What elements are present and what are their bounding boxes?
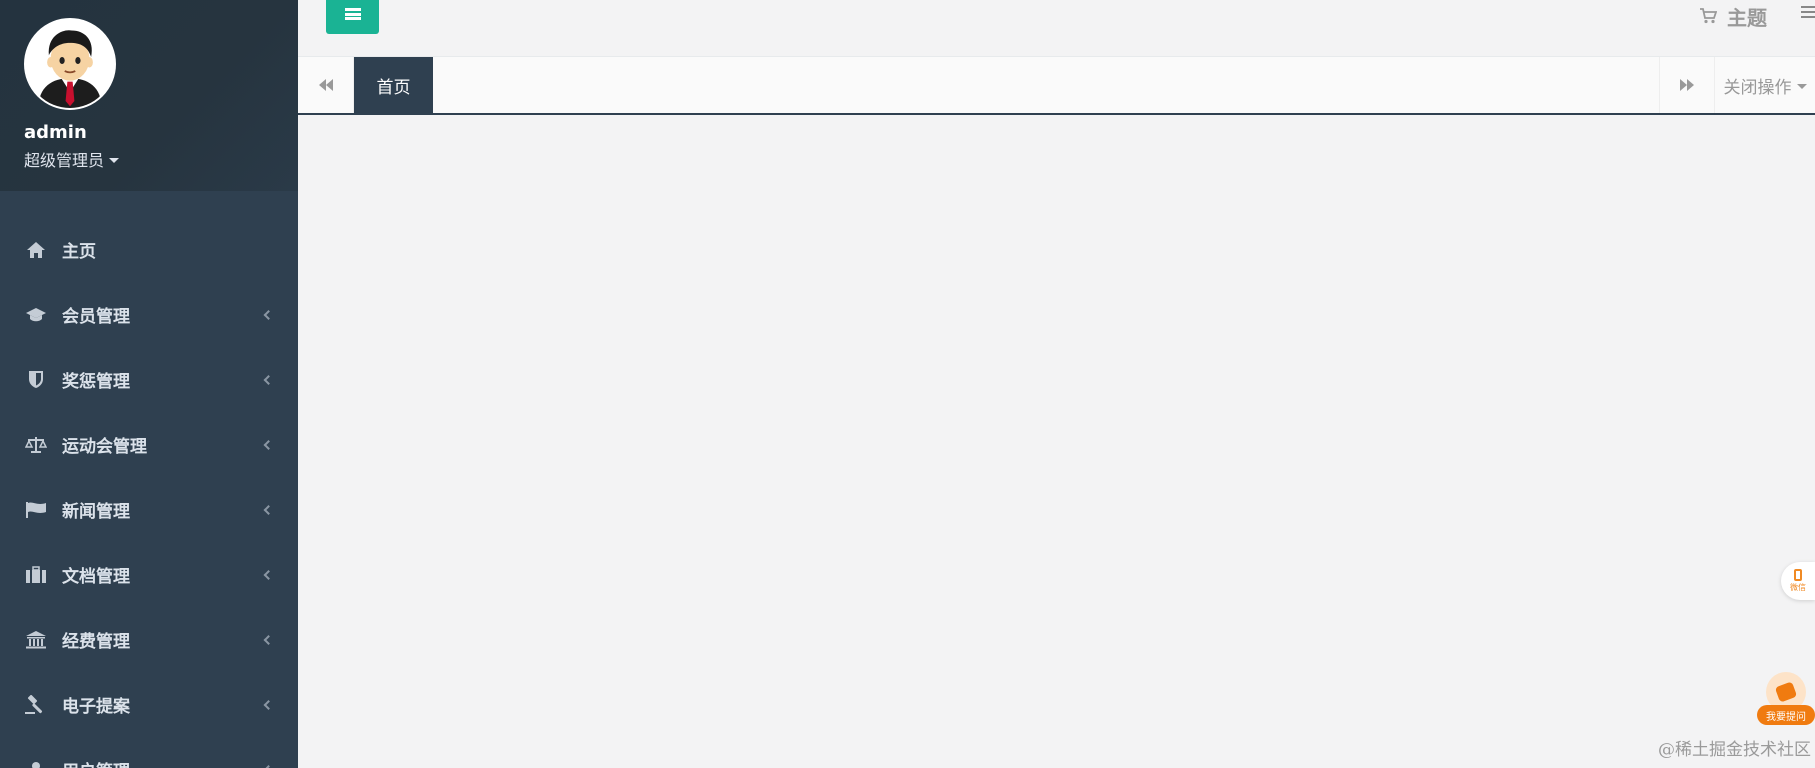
sidebar-item-members[interactable]: 会员管理 bbox=[0, 282, 298, 347]
chevron-left-icon bbox=[263, 374, 274, 385]
chevron-left-icon bbox=[263, 439, 274, 450]
sidebar-item-sports[interactable]: 运动会管理 bbox=[0, 412, 298, 477]
chevron-left-icon bbox=[263, 309, 274, 320]
theme-label: 主题 bbox=[1727, 6, 1767, 30]
chevron-left-icon bbox=[263, 764, 274, 768]
close-operations-dropdown[interactable]: 关闭操作 bbox=[1715, 57, 1815, 113]
caret-down-icon bbox=[1796, 83, 1807, 89]
avatar-image bbox=[26, 20, 114, 108]
chevron-left-icon bbox=[263, 699, 274, 710]
watermark: @稀土掘金技术社区 bbox=[1658, 740, 1811, 760]
briefcase-icon bbox=[24, 565, 48, 585]
ask-question-float-button[interactable]: 我要提问 bbox=[1757, 672, 1815, 728]
sidebar-item-label: 奖惩管理 bbox=[62, 372, 130, 392]
close-operations-label: 关闭操作 bbox=[1723, 77, 1792, 98]
sidebar-item-label: 用户管理 bbox=[62, 757, 130, 768]
sidebar-item-label: 新闻管理 bbox=[62, 502, 130, 522]
sidebar-item-label: 文档管理 bbox=[62, 567, 130, 587]
wechat-float-button[interactable]: 微信 bbox=[1781, 562, 1815, 600]
sidebar: admin 超级管理员 主页 会员管理 奖惩管理 运动会管理 新闻管理 文档管理… bbox=[0, 0, 298, 768]
main-content-frame bbox=[298, 115, 1815, 768]
tab-home[interactable]: 首页 bbox=[354, 57, 433, 113]
tabs-scroll-right-button[interactable] bbox=[1659, 57, 1715, 113]
sidebar-item-home[interactable]: 主页 bbox=[0, 217, 298, 282]
caret-down-icon bbox=[109, 157, 120, 163]
phone-icon bbox=[1794, 569, 1802, 581]
double-left-icon bbox=[318, 76, 334, 95]
bank-icon bbox=[24, 630, 48, 650]
user-icon bbox=[24, 760, 48, 768]
sidebar-item-label: 电子提案 bbox=[62, 697, 130, 717]
sidebar-item-label: 会员管理 bbox=[62, 307, 130, 327]
tab-label: 首页 bbox=[376, 77, 411, 98]
graduation-cap-icon bbox=[24, 305, 48, 325]
sidebar-nav: 主页 会员管理 奖惩管理 运动会管理 新闻管理 文档管理 经费管理 电子提案 bbox=[0, 217, 298, 768]
balance-scale-icon bbox=[24, 435, 48, 455]
home-icon bbox=[24, 240, 48, 260]
sidebar-item-label: 主页 bbox=[62, 242, 96, 262]
flag-icon bbox=[24, 500, 48, 520]
ask-label: 我要提问 bbox=[1757, 705, 1815, 725]
top-navbar: 主题 bbox=[298, 0, 1815, 57]
sidebar-item-rewards[interactable]: 奖惩管理 bbox=[0, 347, 298, 412]
gavel-icon bbox=[24, 694, 48, 715]
profile-role-dropdown[interactable]: 超级管理员 bbox=[24, 147, 298, 171]
menu-toggle-button[interactable] bbox=[326, 0, 379, 34]
content-tabs-bar: 首页 关闭操作 bbox=[298, 57, 1815, 115]
chevron-left-icon bbox=[263, 504, 274, 515]
profile-role-label: 超级管理员 bbox=[24, 151, 105, 170]
profile-panel: admin 超级管理员 bbox=[0, 0, 298, 191]
right-menu-icon[interactable] bbox=[1801, 6, 1815, 20]
sidebar-item-proposals[interactable]: 电子提案 bbox=[0, 672, 298, 737]
tabs-scroll-left-button[interactable] bbox=[298, 57, 354, 113]
wechat-label: 微信 bbox=[1790, 583, 1806, 592]
avatar[interactable] bbox=[24, 18, 116, 110]
sidebar-item-docs[interactable]: 文档管理 bbox=[0, 542, 298, 607]
profile-name: admin bbox=[24, 122, 87, 143]
cart-icon bbox=[1699, 5, 1718, 29]
shield-icon bbox=[24, 370, 48, 390]
sidebar-item-users[interactable]: 用户管理 bbox=[0, 737, 298, 768]
sidebar-item-news[interactable]: 新闻管理 bbox=[0, 477, 298, 542]
sidebar-item-label: 经费管理 bbox=[62, 632, 130, 652]
double-right-icon bbox=[1679, 76, 1695, 95]
theme-button[interactable]: 主题 bbox=[1699, 2, 1767, 31]
chevron-left-icon bbox=[263, 569, 274, 580]
hamburger-icon bbox=[344, 8, 361, 20]
sidebar-item-funds[interactable]: 经费管理 bbox=[0, 607, 298, 672]
sidebar-item-label: 运动会管理 bbox=[62, 437, 147, 457]
chevron-left-icon bbox=[263, 634, 274, 645]
